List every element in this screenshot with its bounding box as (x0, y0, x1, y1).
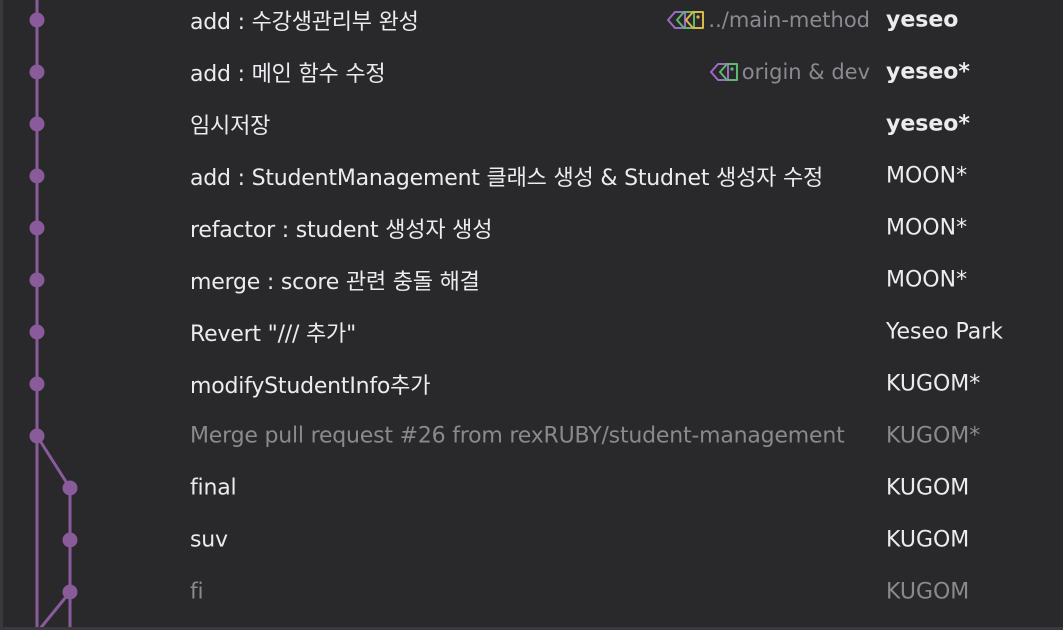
commit-row[interactable]: merge : score 관련 충돌 해결 MOON* (0, 254, 1063, 306)
commit-author: KUGOM (886, 527, 970, 553)
branch-ref-badge[interactable]: origin & dev (702, 60, 870, 84)
commit-author: MOON* (886, 215, 968, 241)
commit-message: Revert "/// 추가" (190, 322, 356, 347)
double-tag-icon (709, 63, 738, 81)
commit-author: yeseo* (886, 59, 970, 85)
commit-author: KUGOM (886, 579, 970, 605)
branch-ref-label: origin & dev (741, 60, 870, 84)
triple-tag-icon (667, 11, 705, 29)
commit-message: merge : score 관련 충돌 해결 (190, 270, 480, 295)
commit-message: final (190, 475, 237, 501)
commit-row[interactable]: Merge pull request #26 from rexRUBY/stud… (0, 410, 1063, 462)
commit-author: MOON* (886, 163, 968, 189)
commit-row[interactable]: suv KUGOM (0, 514, 1063, 566)
commit-row[interactable]: fi KUGOM (0, 566, 1063, 618)
commit-author: Yeseo Park (886, 319, 1004, 345)
commit-row[interactable]: modifyStudentInfo추가 KUGOM* (0, 358, 1063, 410)
commit-message: 임시저장 (190, 114, 271, 139)
commit-author: yeseo (886, 7, 959, 33)
commit-history-panel: add : 수강생관리부 완성 ../main-method yeseo add : … (0, 0, 1063, 630)
commit-row[interactable]: refactor : student 생성자 생성 MOON* (0, 202, 1063, 254)
commit-row[interactable]: add : 메인 함수 수정 origin & dev yeseo* (0, 46, 1063, 98)
commit-row[interactable]: 임시저장 yeseo* (0, 98, 1063, 150)
branch-ref-label: ../main-method (708, 8, 870, 32)
commit-message: add : StudentManagement 클래스 생성 & Studnet… (190, 166, 824, 191)
commit-author: KUGOM (886, 475, 970, 501)
commit-row[interactable]: final KUGOM (0, 462, 1063, 514)
commit-message: modifyStudentInfo추가 (190, 374, 431, 399)
commit-author: KUGOM* (886, 371, 981, 397)
commit-row[interactable]: Revert "/// 추가" Yeseo Park (0, 306, 1063, 358)
commit-author: yeseo* (886, 111, 970, 137)
commit-message: suv (190, 527, 228, 553)
commit-row[interactable]: add : 수강생관리부 완성 ../main-method yeseo (0, 0, 1063, 46)
commit-message: fi (190, 579, 204, 605)
commit-author: KUGOM* (886, 423, 981, 449)
commit-row[interactable]: add : StudentManagement 클래스 생성 & Studnet… (0, 150, 1063, 202)
branch-ref-badge[interactable]: ../main-method (660, 8, 870, 32)
commit-message: Merge pull request #26 from rexRUBY/stud… (190, 423, 845, 449)
commit-author: MOON* (886, 267, 968, 293)
commit-message: refactor : student 생성자 생성 (190, 218, 493, 243)
